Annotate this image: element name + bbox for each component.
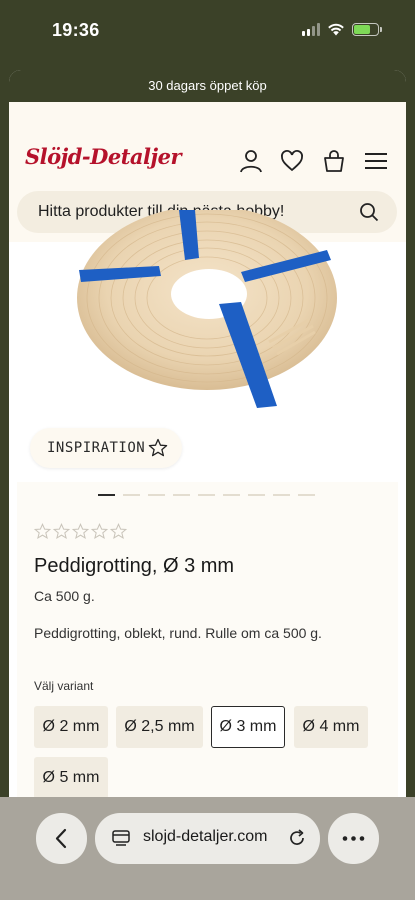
browser-toolbar: slojd-detaljer.com — [0, 797, 415, 900]
carousel-dot[interactable] — [123, 494, 140, 496]
inspiration-tag-label[interactable]: INSPIRATION — [47, 440, 145, 456]
wishlist-heart-icon[interactable] — [279, 148, 305, 174]
product-title: Peddigrotting, Ø 3 mm — [34, 555, 235, 577]
carousel-indicator[interactable] — [98, 494, 315, 496]
status-bar: 19:36 — [0, 0, 415, 62]
star-outline-icon[interactable] — [148, 438, 168, 458]
battery-icon — [352, 22, 382, 36]
rating-star-icon — [91, 523, 108, 540]
variant-option-selected[interactable]: Ø 3 mm — [211, 706, 285, 748]
carousel-dot[interactable] — [98, 494, 115, 496]
menu-hamburger-icon[interactable] — [363, 148, 389, 174]
variant-option[interactable]: Ø 5 mm — [34, 757, 108, 799]
rating-star-icon — [110, 523, 127, 540]
chevron-left-icon — [55, 828, 67, 849]
rating-star-icon — [34, 523, 51, 540]
variant-option[interactable]: Ø 2,5 mm — [116, 706, 203, 748]
carousel-dot[interactable] — [223, 494, 240, 496]
carousel-dot[interactable] — [148, 494, 165, 496]
more-options-button[interactable] — [328, 813, 379, 864]
status-time: 19:36 — [52, 20, 100, 40]
account-icon[interactable] — [238, 148, 264, 174]
carousel-dot[interactable] — [198, 494, 215, 496]
carousel-dot[interactable] — [173, 494, 190, 496]
promo-banner: 30 dagars öppet köp — [9, 70, 406, 102]
product-weight: Ca 500 g. — [34, 588, 95, 604]
rattan-coil-image — [77, 210, 337, 408]
variant-option[interactable]: Ø 4 mm — [294, 706, 368, 748]
url-text[interactable]: slojd-detaljer.com — [143, 828, 268, 846]
rating-star-icon — [53, 523, 70, 540]
carousel-dot[interactable] — [298, 494, 315, 496]
product-description: Peddigrotting, oblekt, rund. Rulle om ca… — [34, 625, 322, 641]
inspiration-tag[interactable]: INSPIRATION — [30, 428, 182, 468]
variant-option[interactable]: Ø 2 mm — [34, 706, 108, 748]
back-button[interactable] — [36, 813, 87, 864]
cellular-signal-icon — [302, 22, 320, 36]
site-logo[interactable]: Slöjd-Detaljer — [25, 144, 182, 169]
ellipsis-icon — [342, 836, 365, 841]
web-page: 30 dagars öppet köp Slöjd-Detaljer Hitta… — [9, 70, 406, 900]
variant-label: Välj variant — [34, 679, 94, 693]
tab-overview-icon[interactable] — [111, 828, 131, 848]
status-icons — [302, 22, 382, 36]
rating-star-icon — [72, 523, 89, 540]
carousel-dot[interactable] — [248, 494, 265, 496]
cart-basket-icon[interactable] — [321, 148, 347, 174]
address-bar[interactable]: slojd-detaljer.com — [95, 813, 320, 864]
wifi-icon — [328, 23, 344, 35]
rating-stars[interactable] — [34, 523, 127, 540]
carousel-dot[interactable] — [273, 494, 290, 496]
reload-icon[interactable] — [287, 828, 307, 848]
